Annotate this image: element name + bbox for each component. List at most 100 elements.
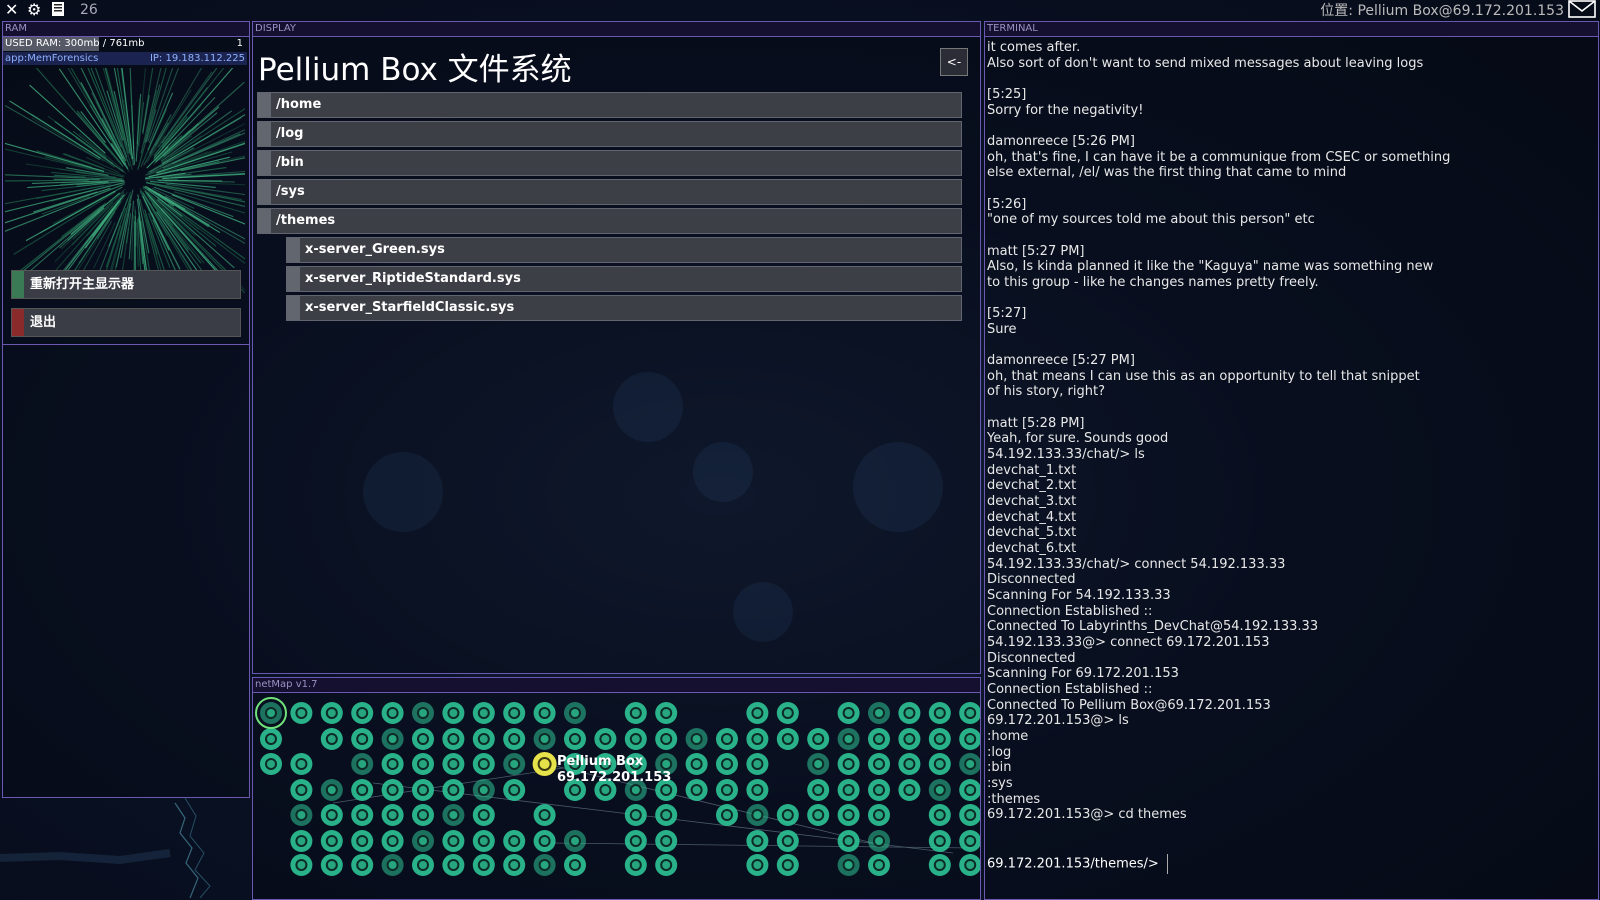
network-node[interactable]: [351, 854, 374, 876]
network-node[interactable]: [503, 854, 526, 876]
close-icon[interactable]: ✕: [5, 1, 18, 19]
terminal-prompt[interactable]: 69.172.201.153/themes/>: [987, 854, 1168, 874]
network-node[interactable]: [472, 854, 495, 876]
gear-icon[interactable]: ⚙: [27, 1, 41, 19]
network-node[interactable]: [412, 830, 434, 852]
network-node[interactable]: [746, 702, 769, 724]
network-node[interactable]: [503, 779, 526, 801]
network-node[interactable]: [260, 753, 282, 775]
network-node[interactable]: [381, 804, 404, 826]
network-node[interactable]: [776, 702, 799, 724]
folder-home[interactable]: /home: [257, 92, 962, 118]
network-node[interactable]: [412, 728, 434, 750]
network-node[interactable]: [472, 728, 495, 750]
network-node[interactable]: [442, 728, 465, 750]
network-node[interactable]: [442, 854, 465, 876]
mail-icon[interactable]: [1568, 0, 1596, 18]
network-node[interactable]: [746, 830, 769, 852]
network-node[interactable]: [746, 779, 769, 801]
network-node[interactable]: [807, 804, 830, 826]
network-node[interactable]: [868, 830, 890, 852]
network-node[interactable]: [655, 702, 678, 724]
network-node[interactable]: [868, 702, 890, 724]
network-node[interactable]: [959, 702, 980, 724]
network-node[interactable]: [260, 702, 282, 724]
network-node[interactable]: [959, 753, 980, 775]
save-icon[interactable]: [50, 1, 66, 21]
network-node[interactable]: [624, 728, 647, 750]
network-node[interactable]: [776, 804, 799, 826]
network-node[interactable]: [716, 753, 738, 775]
network-node[interactable]: [837, 753, 860, 775]
network-node[interactable]: [320, 830, 343, 852]
network-node[interactable]: [746, 804, 769, 826]
network-node[interactable]: [837, 779, 860, 801]
folder-sys[interactable]: /sys: [257, 179, 962, 205]
network-node[interactable]: [898, 702, 921, 724]
network-node[interactable]: [290, 753, 313, 775]
folder-log[interactable]: /log: [257, 121, 962, 147]
network-node[interactable]: [928, 702, 951, 724]
network-node[interactable]: [320, 779, 343, 801]
network-node[interactable]: [928, 804, 951, 826]
network-node[interactable]: [837, 830, 860, 852]
network-node[interactable]: [381, 753, 404, 775]
network-node[interactable]: [898, 779, 921, 801]
network-node[interactable]: [412, 753, 434, 775]
network-node[interactable]: [776, 854, 799, 876]
network-node[interactable]: [533, 830, 556, 852]
network-node[interactable]: [503, 753, 526, 775]
network-node[interactable]: [564, 728, 586, 750]
network-node[interactable]: [320, 728, 343, 750]
network-node[interactable]: [320, 854, 343, 876]
network-node[interactable]: [868, 854, 890, 876]
network-node[interactable]: [868, 804, 890, 826]
file-x-server-green[interactable]: x-server_Green.sys: [286, 237, 962, 263]
network-node[interactable]: [381, 830, 404, 852]
network-node[interactable]: [442, 753, 465, 775]
file-x-server-riptide[interactable]: x-server_RiptideStandard.sys: [286, 266, 962, 292]
network-node[interactable]: [868, 753, 890, 775]
network-node[interactable]: [564, 854, 586, 876]
network-node[interactable]: [807, 753, 830, 775]
network-node[interactable]: [412, 779, 434, 801]
network-node[interactable]: [685, 753, 708, 775]
network-node[interactable]: [533, 728, 556, 750]
network-node[interactable]: [260, 728, 282, 750]
network-node[interactable]: [381, 728, 404, 750]
network-node[interactable]: [655, 830, 678, 852]
network-node[interactable]: [320, 804, 343, 826]
app-title-bar[interactable]: app:MemForensics IP: 19.183.112.225: [3, 52, 247, 65]
network-node[interactable]: [351, 728, 374, 750]
network-node[interactable]: [533, 804, 556, 826]
network-node[interactable]: [716, 728, 738, 750]
network-node[interactable]: [776, 830, 799, 852]
network-node[interactable]: [351, 779, 374, 801]
network-node[interactable]: [837, 854, 860, 876]
network-node[interactable]: [928, 830, 951, 852]
network-node[interactable]: [959, 728, 980, 750]
back-button[interactable]: <-: [940, 48, 968, 76]
network-node[interactable]: [624, 830, 647, 852]
network-node[interactable]: [959, 779, 980, 801]
network-node[interactable]: [959, 854, 980, 876]
network-node[interactable]: [868, 728, 890, 750]
network-node[interactable]: [716, 804, 738, 826]
network-node[interactable]: [564, 702, 586, 724]
network-node[interactable]: [624, 804, 647, 826]
selected-network-node[interactable]: [532, 752, 557, 776]
network-node[interactable]: [381, 702, 404, 724]
network-node[interactable]: [442, 804, 465, 826]
network-node[interactable]: [898, 753, 921, 775]
network-node[interactable]: [837, 728, 860, 750]
network-node[interactable]: [503, 830, 526, 852]
network-node[interactable]: [503, 702, 526, 724]
network-node[interactable]: [442, 779, 465, 801]
network-node[interactable]: [776, 728, 799, 750]
network-node[interactable]: [381, 854, 404, 876]
reopen-main-display-button[interactable]: 重新打开主显示器: [11, 270, 241, 299]
network-node[interactable]: [624, 702, 647, 724]
network-node[interactable]: [412, 804, 434, 826]
network-node[interactable]: [290, 779, 313, 801]
network-node[interactable]: [381, 779, 404, 801]
